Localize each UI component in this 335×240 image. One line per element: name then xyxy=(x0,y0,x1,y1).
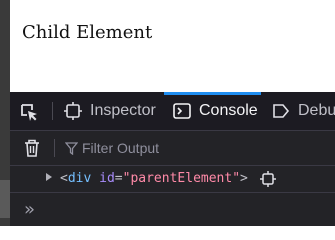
trash-icon[interactable] xyxy=(22,138,42,158)
child-element-text: Child Element xyxy=(22,22,153,43)
devtools-toolbar: Inspector Console Debu xyxy=(10,92,335,131)
filter-output-input[interactable]: Filter Output xyxy=(82,140,159,156)
tab-inspector[interactable]: Inspector xyxy=(64,92,156,130)
console-icon xyxy=(173,102,191,120)
expand-arrow-icon[interactable] xyxy=(46,173,52,181)
devtools-panel: Inspector Console Debu Filter Output <di… xyxy=(10,92,335,226)
filter-icon xyxy=(64,141,78,155)
tab-debugger[interactable]: Debu xyxy=(272,92,335,130)
element-picker-icon[interactable] xyxy=(18,101,40,123)
tab-console-label: Console xyxy=(199,102,258,119)
console-filter-bar: Filter Output xyxy=(10,131,335,166)
tag-name: div xyxy=(67,171,92,186)
toolbar-divider xyxy=(52,102,53,120)
filter-divider xyxy=(54,139,55,157)
tag-open-bracket: < xyxy=(60,171,68,186)
attr-equals: = xyxy=(114,171,123,186)
screen: Child Element Inspector Console Debu Fil… xyxy=(0,0,335,226)
tag-close-bracket: > xyxy=(240,171,248,186)
active-tab-indicator xyxy=(164,92,261,95)
page-viewport: Child Element xyxy=(10,0,335,92)
tab-console[interactable]: Console xyxy=(164,92,261,130)
element-preview[interactable]: <div id="parentElement"> xyxy=(60,171,248,186)
console-prompt-icon: » xyxy=(24,199,36,220)
console-input-row[interactable]: » xyxy=(10,193,335,226)
inspector-icon xyxy=(64,102,82,120)
tab-inspector-label: Inspector xyxy=(90,102,156,119)
attr-value: "parentElement" xyxy=(122,171,241,186)
tab-debugger-label: Debu xyxy=(298,102,335,119)
inspect-node-icon[interactable] xyxy=(260,171,276,191)
debugger-icon xyxy=(272,102,290,120)
attr-name: id xyxy=(99,171,115,186)
scrollbar-thumb[interactable] xyxy=(0,180,10,218)
console-log-entry: <div id="parentElement"> xyxy=(10,166,335,193)
